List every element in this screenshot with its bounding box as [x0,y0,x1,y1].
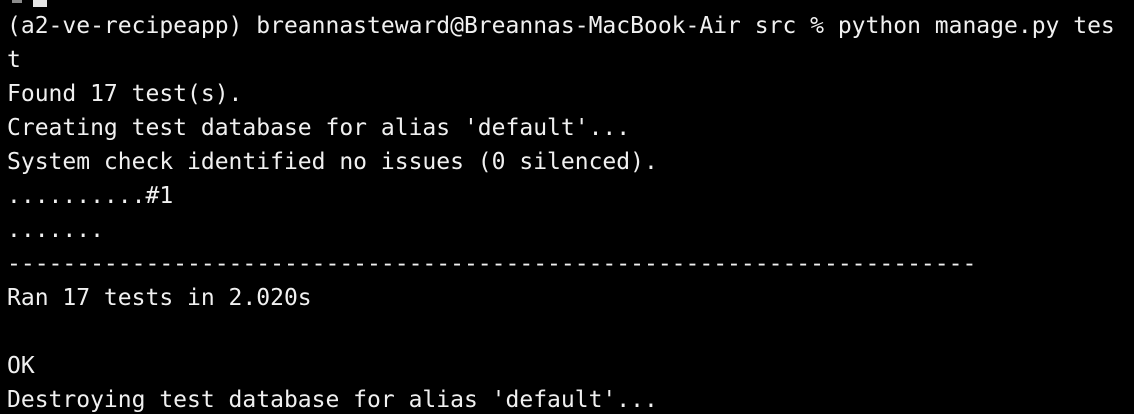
output-line-ran-tests: Ran 17 tests in 2.020s [7,285,312,311]
prompt-remnant [12,0,22,3]
output-line-blank [7,315,1115,349]
output-line-progress-1: ..........#1 [7,183,174,209]
command-wrap-line: t [7,47,21,73]
output-line-progress-2: ....... [7,217,104,243]
command-prompt-line: (a2-ve-recipeapp) breannasteward@Breanna… [7,13,1115,39]
output-line-found-tests: Found 17 test(s). [7,81,243,107]
output-line-destroying-db: Destroying test database for alias 'defa… [7,387,658,413]
output-line-system-check: System check identified no issues (0 sil… [7,149,658,175]
output-line-ok: OK [7,353,35,379]
output-line-creating-db: Creating test database for alias 'defaul… [7,115,631,141]
text-cursor [33,0,47,7]
output-line-separator: ----------------------------------------… [7,251,977,277]
terminal-output: (a2-ve-recipeapp) breannasteward@Breanna… [7,9,1115,414]
terminal-window[interactable]: (a2-ve-recipeapp) breannasteward@Breanna… [0,0,1134,414]
